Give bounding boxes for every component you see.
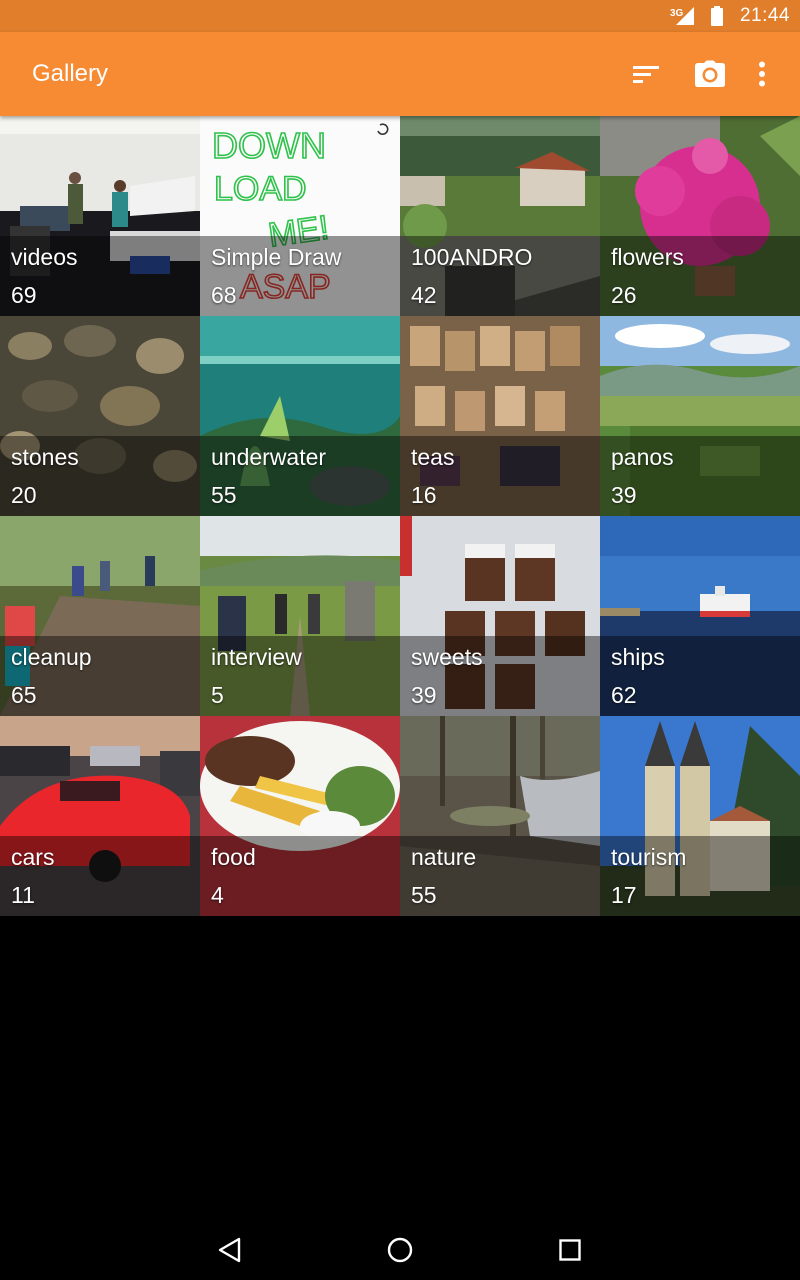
home-icon	[387, 1237, 413, 1263]
folder-count: 62	[611, 682, 637, 708]
folder-name: flowers	[611, 244, 684, 270]
recents-button[interactable]	[540, 1228, 600, 1272]
battery-icon	[710, 6, 723, 26]
folder-count: 5	[211, 682, 224, 708]
camera-icon	[695, 60, 725, 87]
folder-count: 65	[11, 682, 37, 708]
folder-name: 100ANDRO	[411, 244, 533, 270]
folder-tile-interview[interactable]: interview 5	[200, 516, 400, 716]
folder-name: sweets	[411, 644, 483, 670]
folder-count: 55	[211, 482, 237, 508]
page-title: Gallery	[32, 60, 109, 87]
folder-grid: videos 69 DOWN LOAD ME! ASAP Simple Draw…	[0, 116, 800, 916]
app-bar: Gallery	[0, 32, 800, 116]
folder-count: 20	[11, 482, 37, 508]
folder-name: food	[211, 844, 256, 870]
folder-count: 4	[211, 882, 224, 908]
status-bar: 3G 21:44	[0, 0, 800, 32]
folder-tile-food[interactable]: food 4	[200, 716, 400, 916]
folder-tile-flowers[interactable]: flowers 26	[600, 116, 800, 316]
folder-tile-underwater[interactable]: underwater 55	[200, 316, 400, 516]
folder-name: underwater	[211, 444, 327, 470]
folder-tile-nature[interactable]: nature 55	[400, 716, 600, 916]
navigation-bar	[0, 1216, 800, 1280]
network-type-label: 3G	[669, 8, 684, 19]
folder-name: cars	[11, 844, 55, 870]
folder-name: nature	[411, 844, 477, 870]
folder-count: 55	[411, 882, 437, 908]
folder-count: 26	[611, 282, 637, 308]
folder-name: cleanup	[11, 644, 92, 670]
back-button[interactable]	[200, 1228, 260, 1272]
folder-tile-cleanup[interactable]: cleanup 65	[0, 516, 200, 716]
folder-name: ships	[611, 644, 665, 670]
app-bar-actions	[614, 32, 782, 116]
folder-count: 11	[11, 882, 35, 908]
sort-button[interactable]	[614, 46, 678, 102]
folder-name: panos	[611, 444, 674, 470]
folder-name: Simple Draw	[211, 244, 342, 270]
folder-tile-tourism[interactable]: tourism 17	[600, 716, 800, 916]
folder-count: 39	[411, 682, 437, 708]
folder-count: 17	[611, 882, 637, 908]
folder-count: 16	[411, 482, 437, 508]
folder-tile-stones[interactable]: stones 20	[0, 316, 200, 516]
folder-name: tourism	[611, 844, 687, 870]
sort-icon	[633, 66, 659, 83]
folder-name: stones	[11, 444, 79, 470]
home-button[interactable]	[370, 1228, 430, 1272]
folder-tile-panos[interactable]: panos 39	[600, 316, 800, 516]
folder-name: teas	[411, 444, 455, 470]
back-icon	[218, 1237, 241, 1263]
folder-name: interview	[211, 644, 302, 670]
signal-icon: 3G	[669, 5, 696, 27]
status-icons: 3G 21:44	[669, 0, 790, 32]
clock: 21:44	[739, 5, 790, 26]
folder-count: 39	[611, 482, 637, 508]
folder-tile-simple-draw[interactable]: DOWN LOAD ME! ASAP Simple Draw 68	[200, 116, 400, 316]
folder-tile-ships[interactable]: ships 62	[600, 516, 800, 716]
more-options-button[interactable]	[742, 46, 782, 102]
folder-count: 68	[211, 282, 237, 308]
folder-tile-sweets[interactable]: sweets 39	[400, 516, 600, 716]
svg-text:DOWN: DOWN	[212, 125, 326, 166]
folder-name: videos	[11, 244, 78, 270]
folder-count: 42	[411, 282, 437, 308]
more-options-icon	[759, 61, 765, 87]
svg-text:LOAD: LOAD	[214, 170, 307, 208]
folder-count: 69	[11, 282, 37, 308]
camera-button[interactable]	[678, 46, 742, 102]
folder-tile-100andro[interactable]: 100ANDRO 42	[400, 116, 600, 316]
folder-tile-cars[interactable]: cars 11	[0, 716, 200, 916]
folder-tile-teas[interactable]: teas 16	[400, 316, 600, 516]
folder-tile-videos[interactable]: videos 69	[0, 116, 200, 316]
recents-icon	[559, 1239, 581, 1261]
